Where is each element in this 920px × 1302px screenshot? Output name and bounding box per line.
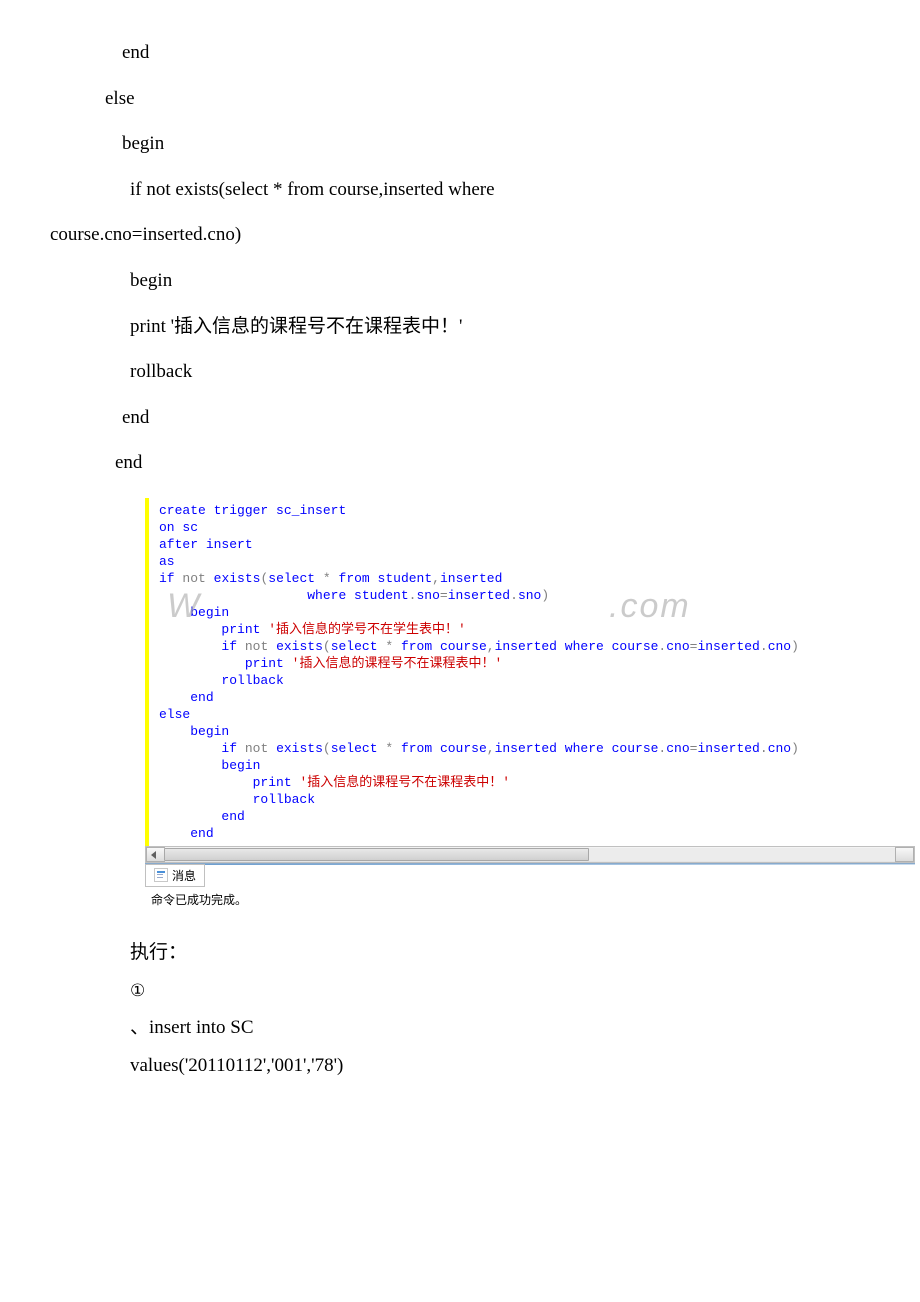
messages-tab-label: 消息 (172, 867, 196, 884)
item-number: ① (50, 972, 870, 1009)
sql-line: end (159, 825, 915, 842)
code-line: end (50, 440, 870, 486)
sql-line: print '插入信息的课程号不在课程表中！' (159, 774, 915, 791)
code-line: end (50, 395, 870, 441)
sql-line: create trigger sc_insert (159, 502, 915, 519)
sql-line: if not exists(select * from student,inse… (159, 570, 915, 587)
sql-line: print '插入信息的课程号不在课程表中！' (159, 655, 915, 672)
sql-line: after insert (159, 536, 915, 553)
sql-line: rollback (159, 791, 915, 808)
insert-stmt-line2: values('20110112','001','78') (50, 1047, 870, 1085)
sql-line: on sc (159, 519, 915, 536)
messages-bar (145, 863, 915, 865)
sql-line: rollback (159, 672, 915, 689)
code-line: rollback (50, 349, 870, 395)
sql-line: if not exists(select * from course,inser… (159, 740, 915, 757)
sql-line: if not exists(select * from course,inser… (159, 638, 915, 655)
messages-tab[interactable]: 消息 (145, 864, 205, 887)
sql-line: else (159, 706, 915, 723)
scrollbar-thumb[interactable] (164, 848, 589, 861)
sql-line: begin (159, 723, 915, 740)
sql-line: where student.sno=inserted.sno) (159, 587, 915, 604)
code-line: begin (50, 121, 870, 167)
code-line: print '插入信息的课程号不在课程表中！' (50, 304, 870, 350)
execute-label: 执行： (50, 934, 870, 972)
code-line: end (50, 30, 870, 76)
code-line: if not exists(select * from course,inser… (50, 167, 870, 213)
messages-output: 命令已成功完成。 (145, 887, 915, 910)
sql-line: as (159, 553, 915, 570)
code-line: else (50, 76, 870, 122)
scrollbar-track[interactable] (164, 848, 896, 861)
sql-line: end (159, 808, 915, 825)
sql-line: print '插入信息的学号不在学生表中！' (159, 621, 915, 638)
sql-code-area: W .com create trigger sc_insert on sc af… (145, 498, 915, 846)
insert-stmt-line1: 、insert into SC (50, 1009, 870, 1047)
code-line: begin (50, 258, 870, 304)
sql-line: begin (159, 757, 915, 774)
sql-line: begin (159, 604, 915, 621)
sql-line: end (159, 689, 915, 706)
messages-icon (154, 868, 168, 882)
scroll-right-icon[interactable] (904, 851, 909, 859)
sql-editor-screenshot: W .com create trigger sc_insert on sc af… (145, 498, 915, 910)
horizontal-scrollbar[interactable] (145, 846, 915, 863)
code-line: course.cno=inserted.cno) (50, 212, 870, 258)
scroll-left-icon[interactable] (151, 851, 156, 859)
